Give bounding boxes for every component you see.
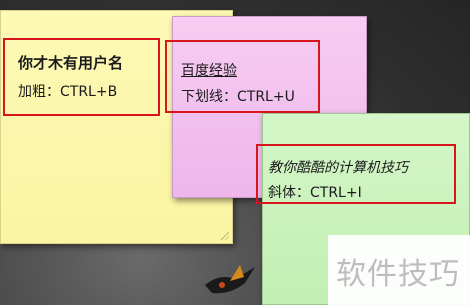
highlight-box-italic: [256, 144, 456, 204]
highlight-box-bold: [3, 38, 160, 116]
bird-icon: [205, 265, 255, 294]
highlight-box-underline: [165, 40, 320, 113]
watermark: 软件技巧: [328, 235, 470, 305]
resize-grip[interactable]: [219, 230, 229, 240]
watermark-text: 软件技巧: [336, 257, 460, 292]
